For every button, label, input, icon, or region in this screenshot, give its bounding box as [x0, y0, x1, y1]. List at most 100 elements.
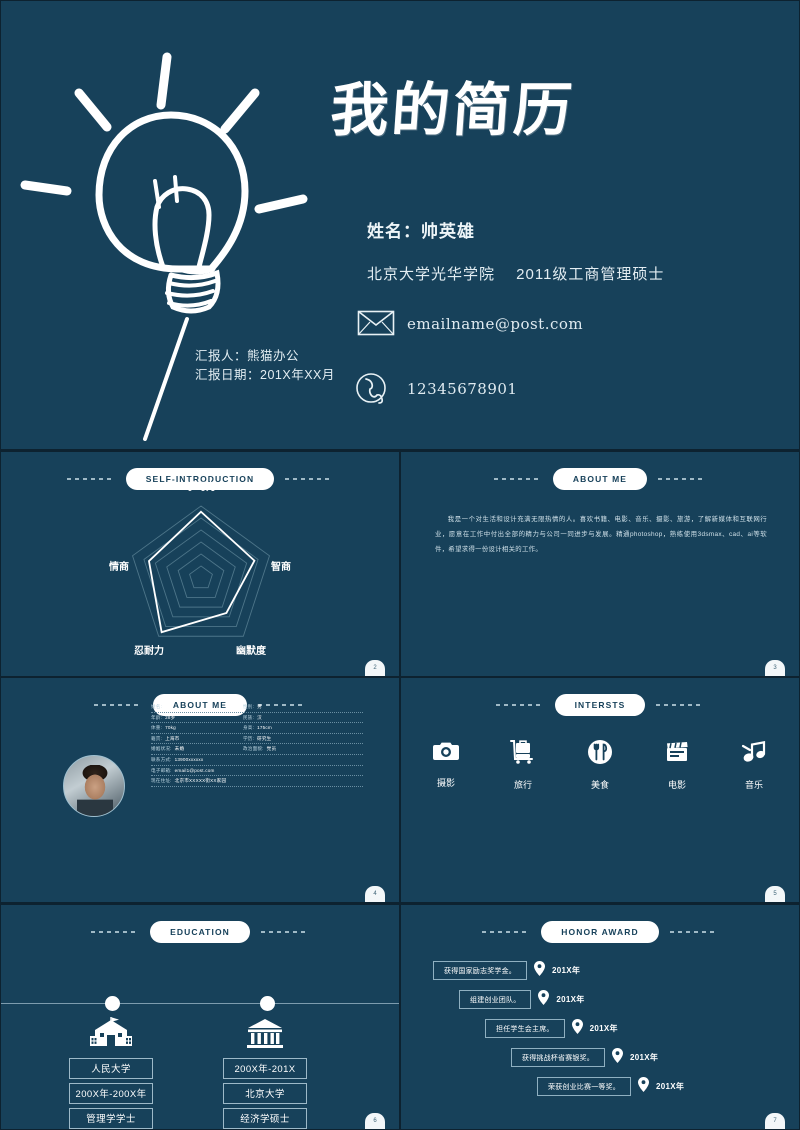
page-number-badge: 6	[365, 1112, 385, 1129]
interest-item[interactable]: 美食	[578, 740, 622, 791]
slide-self-introduction: SELF-INTRODUCTION 学习力 智商 幽默度 忍耐力 情商 2	[0, 450, 400, 677]
honor-year: 201X年	[556, 995, 585, 1004]
luggage-cart-icon	[510, 740, 536, 769]
section-header: HONOR AWARD	[401, 920, 799, 943]
profile-field-value: 汉	[257, 714, 262, 720]
profile-field: 婚姻状况: 未婚	[151, 746, 243, 752]
profile-field-label: 性别:	[243, 704, 255, 709]
slide-about-me-text: ABOUT ME 我是一个对生活和设计充满无限热情的人。喜欢书籍、电影、音乐、摄…	[400, 450, 800, 677]
reporter-name: 汇报人：熊猫办公	[195, 349, 300, 363]
profile-field: 学历: 研究生	[243, 736, 271, 742]
honor-text: 获得国家励志奖学金。	[433, 961, 527, 980]
profile-field-value: XJ	[165, 704, 171, 709]
profile-table: 姓名: XJ 性别: 男年龄: 28岁 民族: 汉体重: 70kg 身高: 175cm 籍贯: 上海市…	[151, 702, 363, 787]
section-title: HONOR AWARD	[541, 920, 659, 943]
envelope-icon	[357, 310, 395, 341]
profile-field-value: 70kg	[165, 725, 176, 731]
page-number-badge: 2	[365, 659, 385, 676]
map-pin-icon	[534, 960, 545, 981]
dotted-rule-left	[91, 930, 140, 933]
table-row: 联系方式: 13900xxxxxx	[151, 755, 363, 766]
email-address: emailname@post.com	[407, 315, 584, 333]
profile-field: 体重: 70kg	[151, 725, 243, 731]
dotted-rule-left	[495, 704, 544, 706]
slide-interests: INTERSTS 摄影 旅行 美食 电影 音乐 5	[400, 677, 800, 903]
avatar	[63, 755, 125, 817]
table-row: 电子邮箱: email1@post.com	[151, 766, 363, 777]
profile-field-label: 现在住址:	[151, 778, 172, 784]
education-tag: 北京大学	[223, 1082, 307, 1104]
interest-item[interactable]: 旅行	[501, 740, 545, 791]
profile-field-value: 北京市XXXXX街XX家园	[174, 778, 227, 784]
map-pin-icon	[571, 1018, 583, 1039]
profile-field: 现在住址: 北京市XXXXX街XX家园	[151, 778, 226, 784]
reporter-block: 汇报人：熊猫办公 汇报日期：201X年XX月	[195, 347, 335, 386]
interest-item[interactable]: 音乐	[732, 740, 776, 791]
profile-field-label: 政治面貌:	[243, 746, 264, 752]
slide-about-me-profile: ABOUT ME 姓名: XJ 性别: 男年龄: 28岁 民族: 汉体重: 70kg 身高: 17…	[0, 677, 400, 903]
slide-honor-award: HONOR AWARD 获得国家励志奖学金。 201X年 组建创业团队。 201X年担…	[400, 903, 800, 1130]
timeline-node-2	[260, 995, 275, 1011]
interest-label: 美食	[590, 780, 609, 790]
interest-item[interactable]: 电影	[655, 740, 699, 791]
slide-deck: 我的简历 姓名：帅英雄 北京大学光华学院 2011级工商管理硕士 emailna…	[0, 0, 800, 1130]
applicant-name: 姓名：帅英雄	[367, 222, 475, 241]
honor-item: 荣获创业比赛一等奖。 201X年	[537, 1076, 685, 1097]
honor-text: 担任学生会主席。	[485, 1019, 565, 1038]
section-header: EDUCATION	[1, 920, 399, 943]
profile-field: 联系方式: 13900xxxxxx	[151, 757, 203, 763]
map-pin-icon	[612, 1047, 623, 1068]
education-tag: 管理学学士	[69, 1107, 153, 1129]
fork-knife-plate-icon	[588, 740, 612, 769]
dotted-rule-left	[66, 477, 115, 480]
honor-item: 获得挑战杯省赛银奖。 201X年	[511, 1047, 658, 1068]
school-building-icon	[89, 1016, 133, 1054]
profile-field-value: 上海市	[165, 735, 180, 741]
cover-slide: 我的简历 姓名：帅英雄 北京大学光华学院 2011级工商管理硕士 emailna…	[0, 0, 800, 450]
music-note-icon	[741, 740, 767, 769]
profile-field-value: 28岁	[165, 714, 176, 720]
profile-field: 性别: 男	[243, 704, 262, 710]
dotted-rule-right	[658, 477, 707, 480]
interest-label: 旅行	[513, 780, 532, 790]
profile-field-label: 电子邮箱:	[151, 767, 172, 773]
dotted-rule-left	[493, 477, 542, 480]
avatar-portrait	[77, 765, 113, 816]
timeline-node-1	[105, 995, 120, 1011]
interest-label: 电影	[667, 780, 686, 790]
profile-field: 姓名: XJ	[151, 704, 243, 710]
honor-text: 组建创业团队。	[459, 990, 532, 1009]
section-title: ABOUT ME	[552, 467, 648, 490]
profile-field-label: 联系方式:	[151, 756, 172, 762]
profile-field-label: 体重:	[151, 725, 163, 731]
profile-field-label: 学历:	[243, 735, 255, 741]
clapperboard-icon	[665, 740, 689, 769]
interest-label: 摄影	[436, 778, 455, 788]
dotted-rule-right	[669, 930, 718, 933]
honor-text: 荣获创业比赛一等奖。	[537, 1077, 631, 1096]
telephone-icon	[355, 372, 387, 409]
profile-field-label: 民族:	[243, 714, 255, 720]
honor-text: 获得挑战杯省赛银奖。	[511, 1048, 605, 1067]
honor-item: 组建创业团队。 201X年	[459, 989, 585, 1010]
interest-item[interactable]: 摄影	[424, 740, 468, 791]
honor-year: 201X年	[656, 1082, 685, 1091]
profile-field: 政治面貌: 党员	[243, 746, 276, 752]
applicant-school: 北京大学光华学院 2011级工商管理硕士	[367, 266, 665, 283]
education-tag: 经济学硕士	[223, 1107, 307, 1129]
university-column-icon	[246, 1017, 284, 1054]
profile-field-value: 175cm	[257, 725, 272, 731]
report-date: 汇报日期：201X年XX月	[195, 368, 335, 383]
profile-field-label: 身高:	[243, 725, 255, 731]
education-tag: 人民大学	[69, 1057, 153, 1079]
honor-year: 201X年	[589, 1024, 618, 1033]
page-title: 我的简历	[328, 76, 578, 144]
section-title: EDUCATION	[150, 920, 250, 943]
profile-field: 籍贯: 上海市	[151, 736, 243, 742]
honor-item: 担任学生会主席。 201X年	[485, 1018, 618, 1039]
education-tag: 200X年-201X	[223, 1057, 307, 1079]
radar-label-4: 情商	[109, 561, 129, 573]
table-row: 婚姻状况: 未婚 政治面貌: 党员	[151, 744, 363, 755]
radar-chart: 学习力 智商 幽默度 忍耐力 情商	[1, 482, 399, 672]
dotted-rule-left	[93, 704, 142, 706]
